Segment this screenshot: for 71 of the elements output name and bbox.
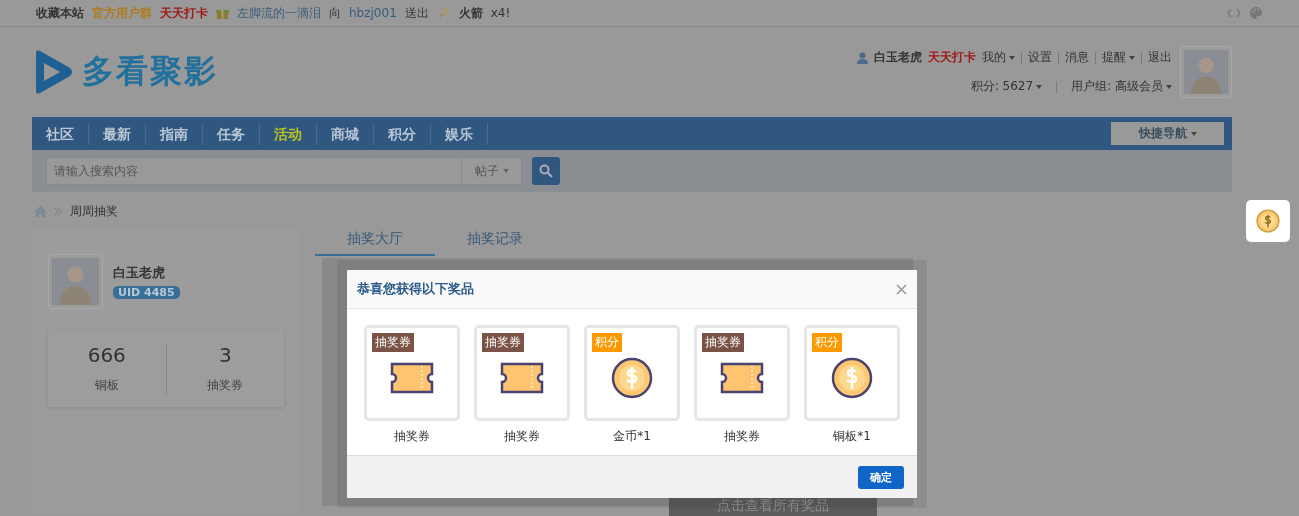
close-icon — [896, 283, 907, 295]
nav-item[interactable]: 活动 — [260, 122, 317, 145]
close-button[interactable] — [896, 283, 907, 295]
giver-name: 左脚流的一滴泪 — [237, 4, 321, 22]
nav-item[interactable]: 社区 — [32, 122, 89, 145]
checkin-link[interactable]: 天天打卡 — [928, 49, 976, 66]
stat-label: 铜板 — [94, 376, 119, 394]
search-button[interactable] — [532, 157, 560, 185]
topbar-link[interactable]: 收藏本站 — [36, 4, 84, 22]
home-icon[interactable] — [34, 205, 47, 217]
prize-label: 抽奖券 — [724, 428, 760, 445]
announcement-text: 向 — [329, 4, 341, 22]
prize-tag: 抽奖券 — [482, 333, 524, 352]
lottery-tab[interactable]: 抽奖记录 — [435, 230, 555, 256]
prize-tag: 抽奖券 — [372, 333, 414, 352]
stat-label: 抽奖券 — [207, 376, 244, 394]
coin-icon — [1256, 209, 1280, 233]
nav-item[interactable]: 最新 — [89, 122, 146, 145]
prize-tag: 积分 — [812, 333, 842, 352]
nav-item[interactable]: 指南 — [146, 122, 203, 145]
prize-label: 铜板*1 — [833, 428, 871, 445]
profile-name: 白玉老虎 — [113, 264, 166, 282]
nav-item[interactable]: 任务 — [203, 122, 260, 145]
nav-item[interactable]: 积分 — [374, 122, 431, 145]
coin-icon — [831, 357, 873, 399]
search-icon — [539, 164, 553, 178]
search-scope-dropdown[interactable]: 帖子 — [461, 158, 521, 184]
confirm-button[interactable]: 确定 — [858, 465, 904, 489]
announcement-text: 送出 — [404, 4, 429, 22]
quick-nav-button[interactable]: 快捷导航 — [1111, 122, 1224, 145]
profile-avatar[interactable] — [48, 254, 103, 309]
receiver-name: hbzj001 — [349, 6, 397, 20]
prize-label: 抽奖券 — [394, 428, 430, 445]
prize-label: 金币*1 — [613, 428, 651, 445]
stat-value: 3 — [218, 342, 232, 367]
lottery-tab[interactable]: 抽奖大厅 — [315, 230, 435, 256]
search-field[interactable]: 请输入搜索内容 帖子 — [46, 157, 522, 185]
rocket-icon — [436, 6, 451, 20]
coin-float-button[interactable] — [1246, 200, 1290, 242]
user-menu-link[interactable]: 我的 — [982, 49, 1015, 66]
uid-badge: UID 4485 — [113, 286, 180, 299]
user-menu-link[interactable]: 退出 — [1148, 49, 1172, 66]
ticket-icon — [389, 361, 435, 395]
ticket-icon — [499, 361, 545, 395]
prize-tag: 抽奖券 — [702, 333, 744, 352]
gift-name: 火箭 — [458, 4, 483, 22]
points-link[interactable]: 积分: 5627 — [970, 78, 1043, 95]
prize-label: 抽奖券 — [504, 428, 540, 445]
user-menu-link[interactable]: 提醒 — [1102, 49, 1135, 66]
user-avatar[interactable] — [1180, 46, 1232, 98]
user-menu-link[interactable]: 消息 — [1065, 49, 1089, 66]
nav-item[interactable]: 娱乐 — [431, 122, 488, 145]
user-icon — [857, 51, 868, 64]
ticket-icon — [719, 361, 765, 395]
coin-icon — [611, 357, 653, 399]
site-logo-text: 多看聚影 — [82, 51, 218, 92]
topbar-link[interactable]: 天天打卡 — [160, 4, 208, 22]
user-group-link[interactable]: 用户组: 高级会员 — [1071, 78, 1172, 95]
stat-value: 666 — [87, 342, 126, 367]
chevron-icon — [55, 207, 62, 215]
person-silhouette — [52, 258, 99, 305]
palette-icon[interactable] — [1249, 6, 1263, 20]
breadcrumb-item[interactable]: 周周抽奖 — [70, 202, 118, 220]
gift-count: x4! — [490, 6, 511, 20]
code-icon[interactable] — [1227, 8, 1241, 18]
username: 白玉老虎 — [874, 49, 922, 66]
dialog-title: 恭喜您获得以下奖品 — [357, 280, 474, 298]
person-silhouette — [1184, 50, 1228, 94]
prize-tag: 积分 — [592, 333, 622, 352]
user-menu-link[interactable]: 设置 — [1028, 49, 1052, 66]
nav-item[interactable]: 商城 — [317, 122, 374, 145]
